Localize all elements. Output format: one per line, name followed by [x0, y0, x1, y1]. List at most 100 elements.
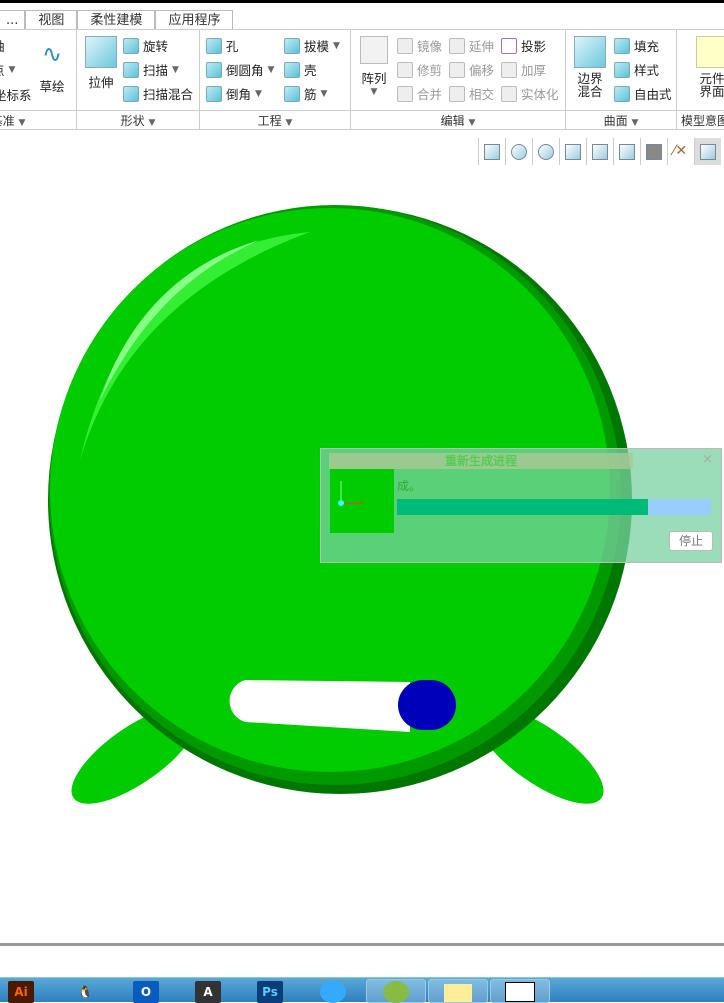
photoshop-icon[interactable]: Ps [257, 981, 283, 1003]
solidify-button[interactable]: 实体化 [501, 84, 559, 103]
rib-button[interactable]: 筋 ▼ [284, 84, 327, 103]
display-style-button[interactable] [640, 138, 667, 165]
spin-center-button[interactable] [694, 138, 721, 165]
window-top-border [0, 0, 724, 3]
shell-button[interactable]: 壳 [284, 60, 317, 79]
repaint-button[interactable] [559, 138, 586, 165]
thicken-button[interactable]: 加厚 [501, 60, 546, 79]
datum-display-button[interactable]: ⁄✕ [667, 138, 694, 165]
project-icon [501, 37, 517, 54]
intersect-icon [449, 85, 465, 102]
project-button[interactable]: 投影 [501, 36, 546, 55]
display-style-icon [646, 143, 662, 160]
pattern-button[interactable]: 阵列 ▼ [357, 36, 391, 97]
explorer-taskbar-button[interactable] [428, 979, 488, 1003]
label: 编辑 [440, 114, 465, 128]
dialog-title: 重新生成进程 [329, 453, 633, 469]
group-label[interactable]: 编辑 ▼ [351, 110, 565, 130]
zoom-out-icon [538, 143, 554, 160]
repaint-icon [565, 143, 581, 160]
label: 基准 [0, 114, 15, 128]
creo-taskbar-button[interactable] [366, 979, 426, 1003]
axis-button[interactable]: 轴 [0, 36, 5, 55]
offset-icon [449, 61, 465, 78]
close-icon[interactable]: × [702, 452, 713, 467]
round-button[interactable]: 倒圆角 ▼ [206, 60, 274, 79]
status-bar-divider [0, 943, 724, 946]
csys-preview-icon [330, 469, 394, 533]
saved-views-button[interactable] [613, 138, 640, 165]
trim-button[interactable]: 修剪 [397, 60, 442, 79]
mirror-button[interactable]: 镜像 [397, 36, 442, 55]
zoom-fit-button[interactable] [478, 138, 505, 165]
view-orient-icon [592, 143, 608, 160]
boundary-blend-icon [574, 36, 606, 68]
extend-button[interactable]: 延伸 [449, 36, 494, 55]
point-button[interactable]: 点▼ [0, 60, 15, 79]
sweep-button[interactable]: 扫描 ▼ [123, 60, 179, 79]
swept-blend-button[interactable]: 扫描混合 [123, 84, 193, 103]
label: 投影 [521, 39, 547, 54]
zoom-fit-icon [484, 143, 500, 160]
label: 壳 [304, 63, 317, 78]
mirror-icon [397, 37, 413, 54]
trim-icon [397, 61, 413, 78]
regeneration-progress-dialog: 重新生成进程 × 成。 停止 [320, 448, 722, 563]
thicken-icon [501, 61, 517, 78]
chamfer-button[interactable]: 倒角 ▼ [206, 84, 262, 103]
creo-icon [383, 981, 409, 1003]
label: 筋 [304, 87, 317, 102]
revolve-icon [123, 37, 139, 54]
boundary-blend-button[interactable]: 边界混合 [570, 36, 610, 98]
extrude-button[interactable]: 拉伸 [81, 36, 121, 91]
zoom-out-button[interactable] [532, 138, 559, 165]
tab-partial[interactable]: ... [0, 10, 26, 29]
label: 倒圆角 [226, 63, 264, 78]
progress-remaining [648, 499, 711, 515]
outlook-icon[interactable]: O [133, 981, 159, 1003]
datum-display-icon: ⁄✕ [673, 142, 688, 159]
model-blue-tongue [398, 680, 456, 730]
zoom-in-button[interactable] [505, 138, 532, 165]
stop-button[interactable]: 停止 [669, 531, 713, 551]
shell-icon [284, 61, 300, 78]
label: 坐标系 [0, 88, 32, 103]
tab-flexible-modeling[interactable]: 柔性建模 [77, 10, 156, 29]
merge-button[interactable]: 合并 [397, 84, 442, 103]
label: 镜像 [417, 39, 443, 54]
qq-icon[interactable]: 🐧 [72, 981, 98, 1003]
autodesk-icon[interactable]: A [195, 981, 221, 1003]
solidify-icon [501, 85, 517, 102]
intersect-button[interactable]: 相交 [449, 84, 494, 103]
group-label[interactable]: 基准 ▼ [0, 110, 76, 130]
freestyle-button[interactable]: 自由式 [614, 84, 672, 103]
group-label[interactable]: 工程 ▼ [200, 110, 350, 130]
illustrator-icon[interactable]: Ai [8, 981, 34, 1003]
draft-button[interactable]: 拔模 ▼ [284, 36, 340, 55]
group-label[interactable]: 模型意图 [677, 110, 724, 130]
hole-button[interactable]: 孔 [206, 36, 239, 55]
group-label[interactable]: 形状 ▼ [77, 110, 199, 130]
ribbon: 轴 点▼ 坐标系 ∿草绘 基准 ▼ 拉伸 旋转 扫描▼ 扫描混合 形状 ▼ 孔 … [0, 30, 724, 130]
tab-applications[interactable]: 应用程序 [155, 10, 234, 29]
fill-button[interactable]: 填充 [614, 36, 659, 55]
revolve-button[interactable]: 旋转 [123, 36, 168, 55]
csys-button[interactable]: 坐标系 [0, 85, 32, 104]
label: 扫描 [143, 63, 169, 78]
label: 形状 [120, 114, 145, 128]
tab-view[interactable]: 视图 [25, 10, 78, 29]
pattern-icon [360, 36, 388, 64]
group-label[interactable]: 曲面 ▼ [566, 110, 676, 130]
file-taskbar-button[interactable] [490, 979, 550, 1003]
browser-icon[interactable] [320, 981, 346, 1003]
offset-button[interactable]: 偏移 [449, 60, 494, 79]
label: 样式 [634, 63, 660, 78]
label: 相交 [469, 87, 495, 102]
view-orient-button[interactable] [586, 138, 613, 165]
label: 曲面 [603, 114, 628, 128]
draft-icon [284, 37, 300, 54]
style-button[interactable]: 样式 [614, 60, 659, 79]
dialog-message: 成。 [397, 479, 422, 493]
component-interface-button[interactable]: 元件界面 [695, 36, 724, 98]
sketch-button[interactable]: ∿ 草绘 [32, 40, 72, 95]
